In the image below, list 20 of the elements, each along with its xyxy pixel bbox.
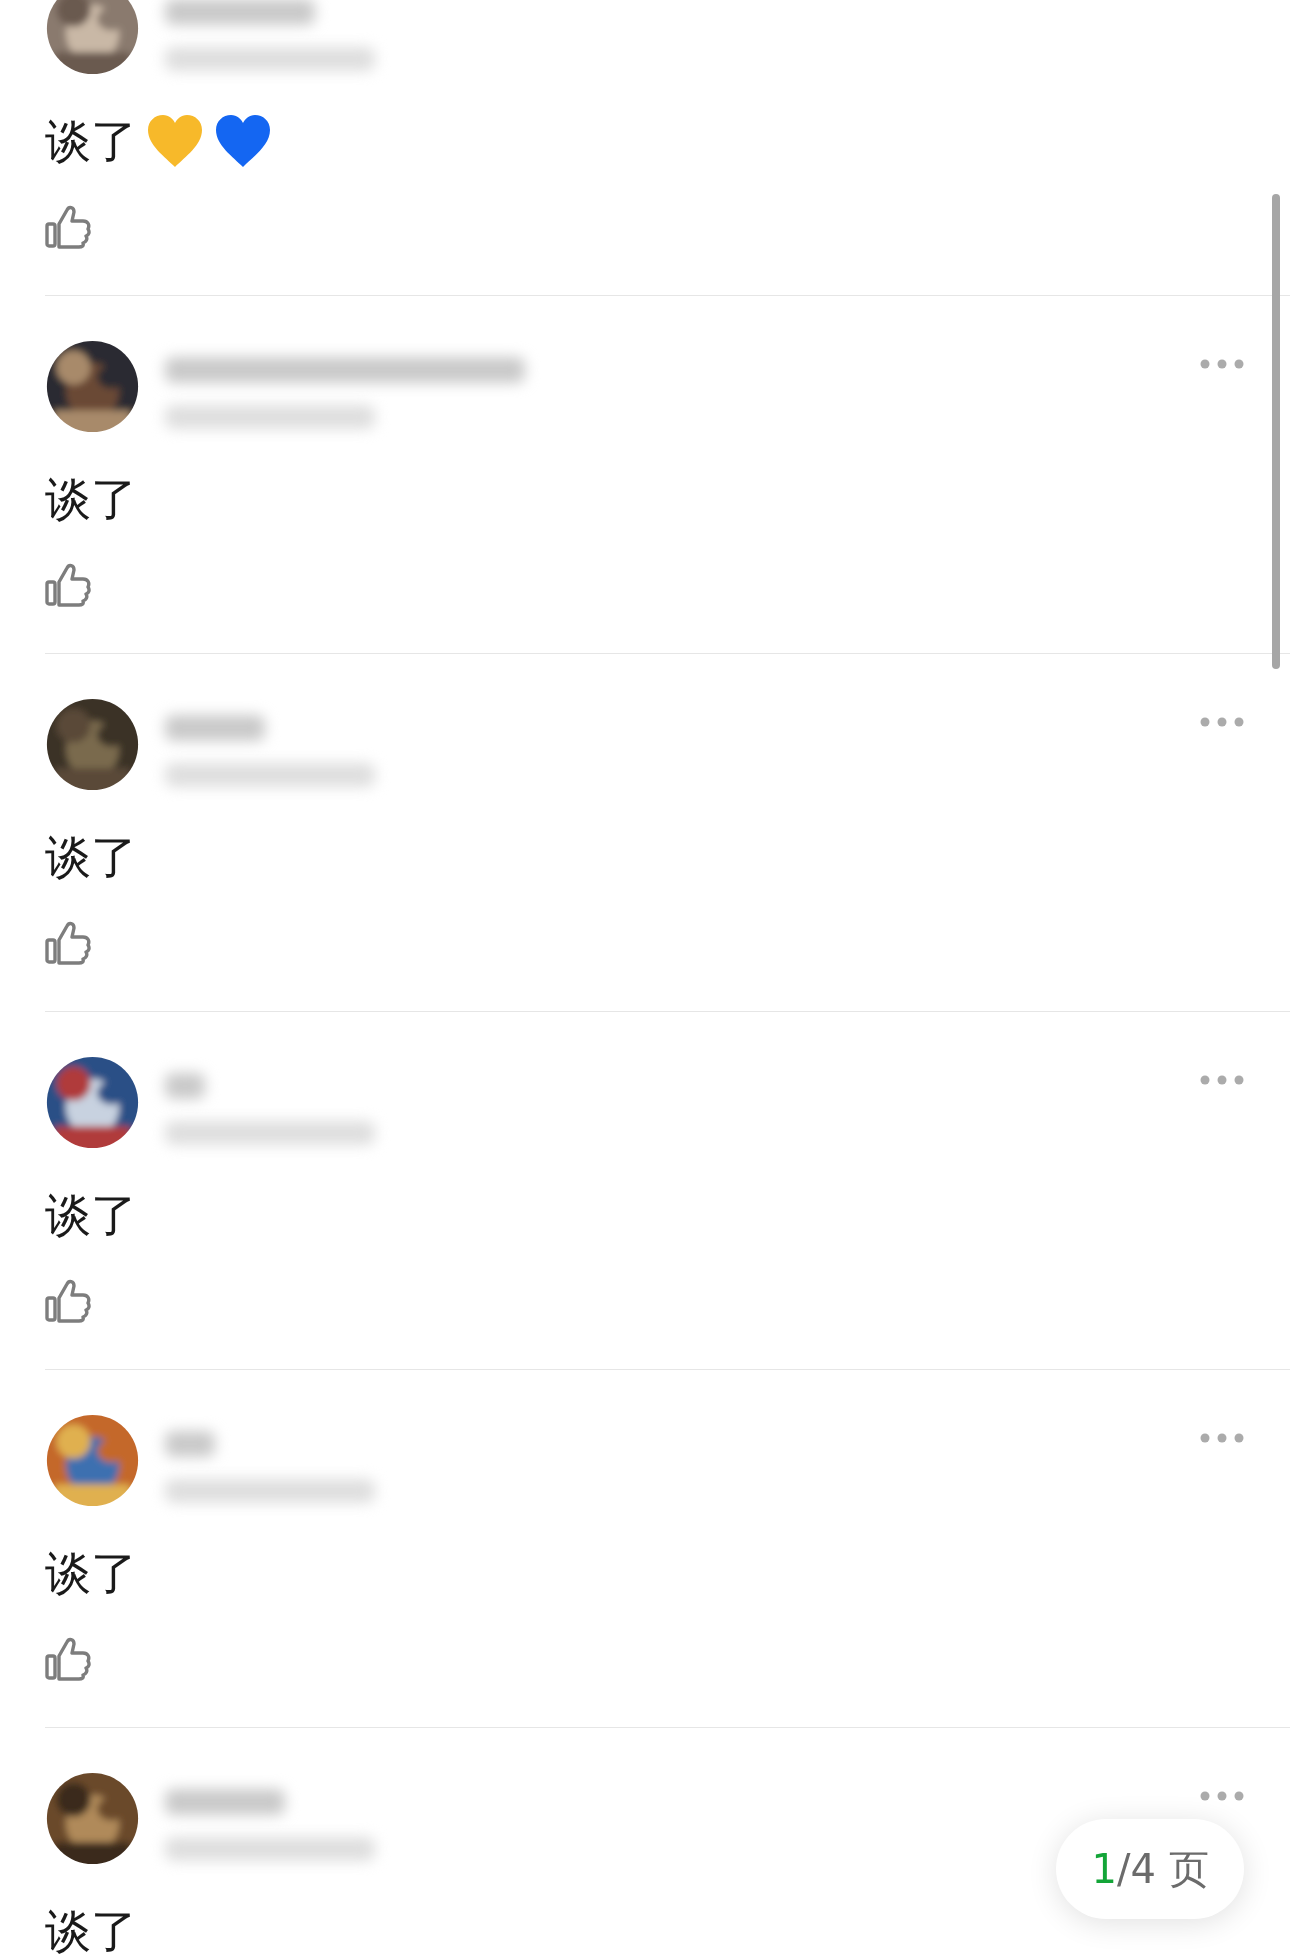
thumbs-up-icon[interactable] (45, 204, 91, 250)
thumbs-up-icon[interactable] (45, 1278, 91, 1324)
comment-text: 谈了 (45, 1187, 137, 1244)
page-indicator: 1/4 页 (1056, 1819, 1244, 1919)
more-icon[interactable] (1200, 1433, 1244, 1443)
more-icon[interactable] (1200, 1791, 1244, 1801)
comment-text: 谈了 (45, 1903, 137, 1960)
thumbs-up-icon[interactable] (45, 562, 91, 608)
thumbs-up-icon[interactable] (45, 1636, 91, 1682)
blurred-name (165, 1431, 215, 1457)
thumbs-up-icon[interactable] (45, 920, 91, 966)
comment-text: 谈了 (45, 829, 137, 886)
more-icon[interactable] (1200, 359, 1244, 369)
comment-text: 谈了 (45, 1545, 137, 1602)
comment-text: 谈了 (45, 471, 137, 528)
blurred-name (165, 1073, 205, 1099)
more-icon[interactable] (1200, 717, 1244, 727)
comment-text: 谈了 (45, 113, 137, 170)
more-icon[interactable] (1200, 1075, 1244, 1085)
scrollbar[interactable] (1272, 194, 1280, 669)
